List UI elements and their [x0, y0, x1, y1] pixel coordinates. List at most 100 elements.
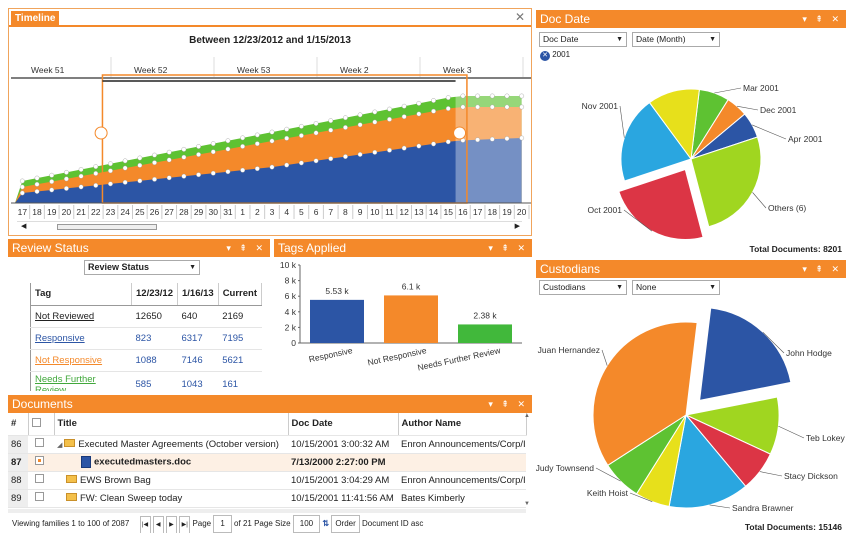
select-value: Review Status: [88, 262, 150, 272]
filter-chip[interactable]: ✕ 2001: [540, 50, 570, 61]
pie-label: Oct 2001: [588, 205, 623, 215]
prev-page-icon[interactable]: ◀: [152, 516, 164, 533]
day-tick-label: 16: [458, 207, 468, 217]
vertical-scrollbar[interactable]: ▲ ▼: [524, 413, 530, 513]
panel-controls[interactable]: ▾ ⇞ ✕: [802, 10, 842, 28]
custodians-pie-chart[interactable]: John Hodge Teb Lokey Stacy Dickson Sandra B…: [536, 300, 846, 520]
tag-cell[interactable]: Not Reviewed: [30, 305, 132, 328]
column-header-select[interactable]: [28, 413, 55, 436]
review-status-select[interactable]: Review Status ▼: [84, 260, 200, 275]
week-label: Week 3: [443, 65, 472, 75]
scroll-left-icon[interactable]: ◀: [21, 222, 26, 230]
custodians-field-select[interactable]: Custodians ▼: [539, 280, 627, 295]
column-header-date2: 1/16/13: [177, 283, 219, 306]
folder-icon: [66, 492, 77, 501]
author-cell: Enron Announcements/Corp/I: [398, 435, 526, 454]
table-row[interactable]: 86 ◢ Executed Master Agreements (October …: [8, 435, 526, 454]
day-tick-label: 21: [76, 207, 86, 217]
table-row[interactable]: 87 executedmasters.doc 7/13/2000 2:27:00 P…: [8, 453, 526, 472]
doc-date-pie-chart[interactable]: Mar 2001 Dec 2001 Apr 2001 Others (6) Oct 20…: [536, 64, 846, 244]
row-number: 86: [8, 435, 28, 454]
checkbox[interactable]: [35, 438, 44, 447]
page-size-input[interactable]: 100: [292, 515, 321, 533]
day-tick-label: 5: [299, 207, 304, 217]
panel-controls[interactable]: ▾ ⇞ ✕: [488, 395, 528, 413]
day-tick-label: 19: [502, 207, 512, 217]
total-value: 15146: [818, 522, 842, 532]
value-cell: 7146: [177, 349, 219, 372]
value-cell: 161: [218, 371, 262, 391]
doc-date-field-select[interactable]: Doc Date ▼: [539, 32, 627, 47]
folder-icon: [64, 438, 76, 447]
day-tick-label: 14: [429, 207, 439, 217]
checkbox[interactable]: [31, 417, 41, 427]
bar: [458, 324, 512, 343]
pie-label: Juan Hernandez: [538, 345, 600, 355]
row-checkbox[interactable]: [28, 435, 54, 454]
chevron-down-icon: ▼: [709, 36, 716, 43]
first-page-icon[interactable]: |◀: [139, 516, 151, 533]
value-cell: 1088: [131, 349, 178, 372]
doc-date-total: Total Documents: 8201: [750, 244, 842, 254]
column-header-number[interactable]: #: [8, 413, 29, 436]
title-cell[interactable]: executedmasters.doc: [54, 453, 288, 472]
panel-controls[interactable]: ▾ ⇞ ✕: [226, 239, 266, 257]
tag-cell[interactable]: Needs Further Review: [30, 371, 132, 391]
next-page-icon[interactable]: ▶: [165, 516, 177, 533]
page-count: of 21: [234, 519, 252, 528]
bar-value-label: 2.38 k: [473, 310, 497, 320]
row-checkbox[interactable]: [28, 453, 54, 472]
column-header-title[interactable]: Title: [54, 413, 289, 436]
week-label: Week 2: [340, 65, 369, 75]
row-checkbox[interactable]: [28, 471, 54, 490]
table-row[interactable]: 88 EWS Brown Bag 10/15/2001 3:04:29 AM Enro…: [8, 471, 526, 490]
pie-label: Apr 2001: [788, 134, 823, 144]
checkbox[interactable]: [35, 474, 44, 483]
scroll-thumb[interactable]: [57, 224, 157, 230]
last-page-icon[interactable]: ▶|: [179, 516, 191, 533]
doc-date-cell: 10/15/2001 3:04:29 AM: [288, 471, 398, 490]
pie-label: Keith Hoist: [587, 488, 629, 498]
close-icon[interactable]: ✕: [515, 10, 525, 24]
expand-icon[interactable]: ◢: [57, 442, 64, 449]
sort-icon[interactable]: ⇅: [322, 519, 329, 528]
page-input[interactable]: 1: [213, 515, 232, 533]
doc-date-group-select[interactable]: Date (Month) ▼: [632, 32, 720, 47]
remove-filter-icon[interactable]: ✕: [540, 51, 550, 61]
page-size-label: Page Size: [254, 519, 291, 528]
title-cell[interactable]: ◢ Executed Master Agreements (October ve…: [54, 435, 288, 454]
author-cell: Enron Announcements/Corp/I: [398, 471, 526, 490]
row-checkbox[interactable]: [28, 489, 54, 508]
title-text: Executed Master Agreements (October vers…: [78, 438, 279, 450]
pie-slice: [699, 307, 792, 401]
timeline-chart[interactable]: Week 51 Week 52 Week 53 Week 2 Week 317 18 19 2…: [11, 53, 531, 223]
tags-applied-bar-chart[interactable]: 02 k4 k6 k8 k10 k5.53 kResponsive6.1 kNo…: [274, 257, 532, 389]
horizontal-scrollbar[interactable]: [8, 509, 526, 513]
scroll-right-icon[interactable]: ▶: [515, 222, 520, 230]
range-end-handle: [453, 126, 467, 140]
y-tick-label: 6 k: [285, 291, 297, 301]
checkbox[interactable]: [35, 456, 44, 465]
column-header-author[interactable]: Author Name: [398, 413, 527, 436]
filter-chip-label: 2001: [552, 50, 571, 59]
panel-controls[interactable]: ▾ ⇞ ✕: [488, 239, 528, 257]
checkbox[interactable]: [35, 492, 44, 501]
value-cell: 2169: [218, 305, 262, 328]
order-button[interactable]: Order: [331, 515, 360, 533]
y-tick-label: 4 k: [285, 307, 297, 317]
tag-cell[interactable]: Responsive: [30, 327, 132, 350]
timeline-scrollbar[interactable]: ◀ ▶: [17, 221, 522, 231]
timeline-header: Timeline ✕: [9, 9, 531, 27]
column-header-doc-date[interactable]: Doc Date: [288, 413, 399, 436]
documents-footer: Viewing families 1 to 100 of 2087 |◀ ◀ ▶…: [8, 515, 532, 533]
timeline-range-title: Between 12/23/2012 and 1/15/2013: [189, 35, 351, 46]
custodians-title: Custodians: [540, 262, 601, 276]
timeline-tab[interactable]: Timeline: [11, 11, 60, 27]
panel-controls[interactable]: ▾ ⇞ ✕: [802, 260, 842, 278]
title-cell[interactable]: FW: Clean Sweep today: [54, 489, 288, 508]
custodians-group-select[interactable]: None ▼: [632, 280, 720, 295]
table-row[interactable]: 89 FW: Clean Sweep today 10/15/2001 11:41:…: [8, 489, 526, 508]
tag-cell[interactable]: Not Responsive: [30, 349, 132, 372]
day-tick-label: 18: [32, 207, 42, 217]
title-cell[interactable]: EWS Brown Bag: [54, 471, 288, 490]
